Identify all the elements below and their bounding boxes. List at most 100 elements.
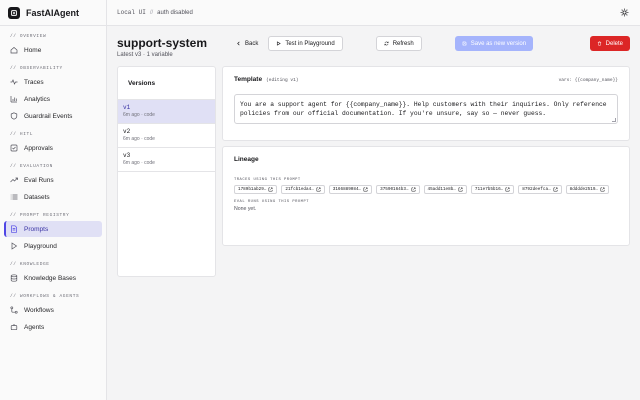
sidebar-item-knowledge-bases[interactable]: Knowledge Bases xyxy=(4,270,102,286)
trace-link[interactable]: 8792deefca… xyxy=(518,185,562,194)
sidebar-section-label: // KNOWLEDGE xyxy=(10,262,50,267)
sidebar-item-label: Approvals xyxy=(24,144,53,152)
sidebar: FastAIAgent // OVERVIEW Home // OBSERVABIL… xyxy=(0,0,107,400)
version-row-v1[interactable]: v1 6m ago · code xyxy=(118,100,215,124)
trace-link[interactable]: 45add11e8b… xyxy=(423,185,467,194)
action-bar: Back Test in Playground Refresh Save as … xyxy=(229,36,630,51)
trending-icon xyxy=(10,176,18,184)
template-card: Template (editing v1) vars: {{company_na… xyxy=(222,66,630,141)
sidebar-item-workflows[interactable]: Workflows xyxy=(4,302,102,318)
external-link-icon xyxy=(600,187,605,192)
topbar: Local UI // auth disabled xyxy=(107,0,640,26)
evals-label: EVAL RUNS USING THIS PROMPT xyxy=(234,200,310,204)
trace-id: 3166889084… xyxy=(332,187,362,192)
theme-toggle-icon[interactable] xyxy=(618,7,630,19)
trace-link[interactable]: 8dddde2519… xyxy=(565,185,609,194)
trace-id: 21fcb1eda4… xyxy=(285,187,314,192)
bot-icon xyxy=(10,323,18,331)
traces-label: TRACES USING THIS PROMPT xyxy=(234,178,301,182)
resize-handle-icon[interactable] xyxy=(612,118,616,122)
version-name: v3 xyxy=(123,152,131,159)
template-editing-note: (editing v1) xyxy=(266,78,299,83)
external-link-icon xyxy=(505,187,510,192)
version-meta: 6m ago · code xyxy=(123,112,155,118)
trace-link[interactable]: 3166889084… xyxy=(328,185,373,194)
sidebar-section-label: // WORKFLOWS & AGENTS xyxy=(10,294,80,299)
version-name: v2 xyxy=(123,128,131,135)
sidebar-item-eval-runs[interactable]: Eval Runs xyxy=(4,172,102,188)
trace-id: 711e7b5b16… xyxy=(474,187,504,192)
external-link-icon xyxy=(268,187,273,192)
right-column: Template (editing v1) vars: {{company_na… xyxy=(222,66,630,277)
trace-id: 8dddde2519… xyxy=(569,187,598,192)
version-row-v3[interactable]: v3 6m ago · code xyxy=(118,148,215,172)
template-text: You are a support agent for {{company_na… xyxy=(240,101,607,117)
save-label: Save as new version xyxy=(470,40,527,47)
back-button[interactable]: Back xyxy=(229,36,265,51)
sidebar-item-label: Datasets xyxy=(24,193,50,201)
external-link-icon xyxy=(316,187,321,192)
sidebar-nav: // OVERVIEW Home // OBSERVABILITY Traces Ana… xyxy=(0,26,106,340)
file-text-icon xyxy=(10,225,18,233)
app-root: FastAIAgent // OVERVIEW Home // OBSERVABIL… xyxy=(0,0,640,400)
logo-icon xyxy=(8,6,20,19)
template-header: Template (editing v1) vars: {{company_na… xyxy=(234,76,618,83)
sidebar-item-label: Analytics xyxy=(24,95,51,103)
brand[interactable]: FastAIAgent xyxy=(0,0,106,26)
version-list: v1 6m ago · code v2 6m ago · code v3 6m ago ·… xyxy=(118,100,215,172)
sidebar-section-label: // OVERVIEW xyxy=(10,34,47,39)
sidebar-item-approvals[interactable]: Approvals xyxy=(4,140,102,156)
save-new-version-button[interactable]: Save as new version xyxy=(454,36,534,51)
refresh-label: Refresh xyxy=(392,40,414,47)
trace-link[interactable]: 711e7b5b16… xyxy=(470,185,515,194)
sidebar-item-label: Workflows xyxy=(24,306,54,314)
sidebar-item-label: Playground xyxy=(24,242,57,250)
sidebar-item-guardrail-events[interactable]: Guardrail Events xyxy=(4,108,102,124)
sidebar-item-agents[interactable]: Agents xyxy=(4,319,102,335)
sidebar-item-playground[interactable]: Playground xyxy=(4,238,102,254)
version-name: v1 xyxy=(123,104,131,111)
test-in-playground-button[interactable]: Test in Playground xyxy=(268,36,343,51)
sidebar-item-prompts[interactable]: Prompts xyxy=(4,221,102,237)
external-link-icon xyxy=(458,187,463,192)
trace-id: 45add11e8b… xyxy=(427,187,456,192)
home-icon xyxy=(10,46,18,54)
delete-button[interactable]: Delete xyxy=(589,36,630,51)
bar-chart-icon xyxy=(10,95,18,103)
sidebar-item-analytics[interactable]: Analytics xyxy=(4,91,102,107)
play-icon xyxy=(10,242,18,250)
lineage-card: Lineage TRACES USING THIS PROMPT 1789b1a… xyxy=(222,146,630,246)
sidebar-item-home[interactable]: Home xyxy=(4,42,102,58)
trace-link[interactable]: 21fcb1eda4… xyxy=(281,185,325,194)
template-vars: vars: {{company_name}} xyxy=(558,78,618,83)
sidebar-section-label: // EVALUATION xyxy=(10,164,53,169)
versions-panel: Versions v1 6m ago · code v2 6m ago · code v… xyxy=(117,66,216,277)
trace-link[interactable]: 1789b1ab29… xyxy=(234,185,278,194)
sidebar-item-label: Agents xyxy=(24,323,45,331)
topbar-separator: // xyxy=(149,9,154,16)
sidebar-item-label: Guardrail Events xyxy=(24,112,73,120)
lineage-title: Lineage xyxy=(234,156,259,163)
evals-empty: None yet. xyxy=(234,206,257,212)
trace-id: 37590164b3… xyxy=(380,187,409,192)
version-meta: 6m ago · code xyxy=(123,136,155,142)
sidebar-item-label: Prompts xyxy=(24,225,49,233)
shield-icon xyxy=(10,112,18,120)
page-content: support-system Latest v3 · 1 variable Ba… xyxy=(107,26,640,287)
trace-list: 1789b1ab29… 21fcb1eda4… 3166889084… 3759016… xyxy=(234,185,618,194)
sidebar-item-traces[interactable]: Traces xyxy=(4,74,102,90)
version-row-v2[interactable]: v2 6m ago · code xyxy=(118,124,215,148)
external-link-icon xyxy=(411,187,416,192)
delete-label: Delete xyxy=(605,40,623,47)
trace-link[interactable]: 37590164b3… xyxy=(376,185,420,194)
refresh-button[interactable]: Refresh xyxy=(375,36,422,51)
template-textarea[interactable]: You are a support agent for {{company_na… xyxy=(234,94,618,124)
workflow-icon xyxy=(10,306,18,314)
template-title: Template xyxy=(234,76,263,83)
sidebar-section-label: // PROMPT REGISTRY xyxy=(10,213,70,218)
sidebar-item-datasets[interactable]: Datasets xyxy=(4,189,102,205)
page-header: support-system Latest v3 · 1 variable Ba… xyxy=(117,36,630,58)
title-block: support-system Latest v3 · 1 variable xyxy=(117,36,229,58)
versions-title: Versions xyxy=(118,67,215,100)
list-icon xyxy=(10,193,18,201)
